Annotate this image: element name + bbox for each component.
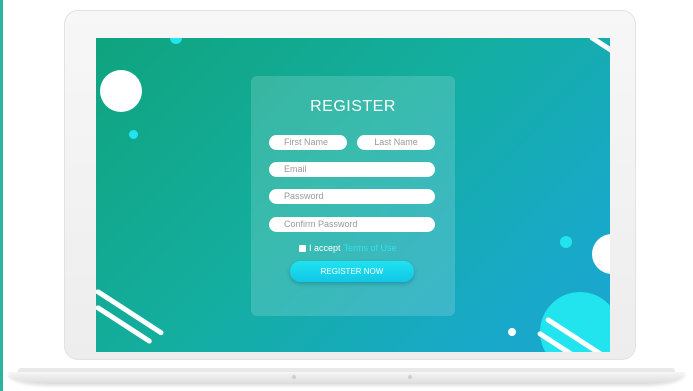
terms-row: I accept Terms of Use <box>299 243 397 253</box>
decor-dot-cyan-right <box>560 236 572 248</box>
password-field[interactable]: Password <box>269 189 435 204</box>
email-field[interactable]: Email <box>269 162 435 177</box>
decor-dot-white-small <box>508 328 516 336</box>
laptop-screen: REGISTER First Name Last Name Email Pass… <box>96 38 610 352</box>
register-card: REGISTER First Name Last Name Email Pass… <box>251 76 455 316</box>
email-placeholder: Email <box>284 164 307 174</box>
register-title: REGISTER <box>310 98 396 115</box>
decor-dot-cyan-top <box>170 38 182 44</box>
laptop-hinge-right <box>408 375 412 379</box>
decor-dot-cyan <box>129 130 138 139</box>
terms-of-use-link[interactable]: Terms of Use <box>344 243 397 253</box>
confirm-password-placeholder: Confirm Password <box>284 219 358 229</box>
decor-stripe-top-right <box>588 38 610 61</box>
register-now-button[interactable]: REGISTER NOW <box>290 261 414 282</box>
password-placeholder: Password <box>284 191 324 201</box>
left-edge-bar <box>0 0 3 391</box>
decor-circle-white-right <box>592 234 610 274</box>
laptop-base <box>8 372 685 384</box>
laptop-hinge-left <box>292 375 296 379</box>
terms-checkbox[interactable] <box>299 244 306 252</box>
confirm-password-field[interactable]: Confirm Password <box>269 217 435 232</box>
first-name-field[interactable]: First Name <box>269 135 347 150</box>
decor-circle-white-large <box>100 70 142 112</box>
first-name-placeholder: First Name <box>284 137 329 147</box>
terms-prefix-label: I accept <box>309 243 341 253</box>
last-name-field[interactable]: Last Name <box>357 135 435 150</box>
last-name-placeholder: Last Name <box>374 137 418 147</box>
